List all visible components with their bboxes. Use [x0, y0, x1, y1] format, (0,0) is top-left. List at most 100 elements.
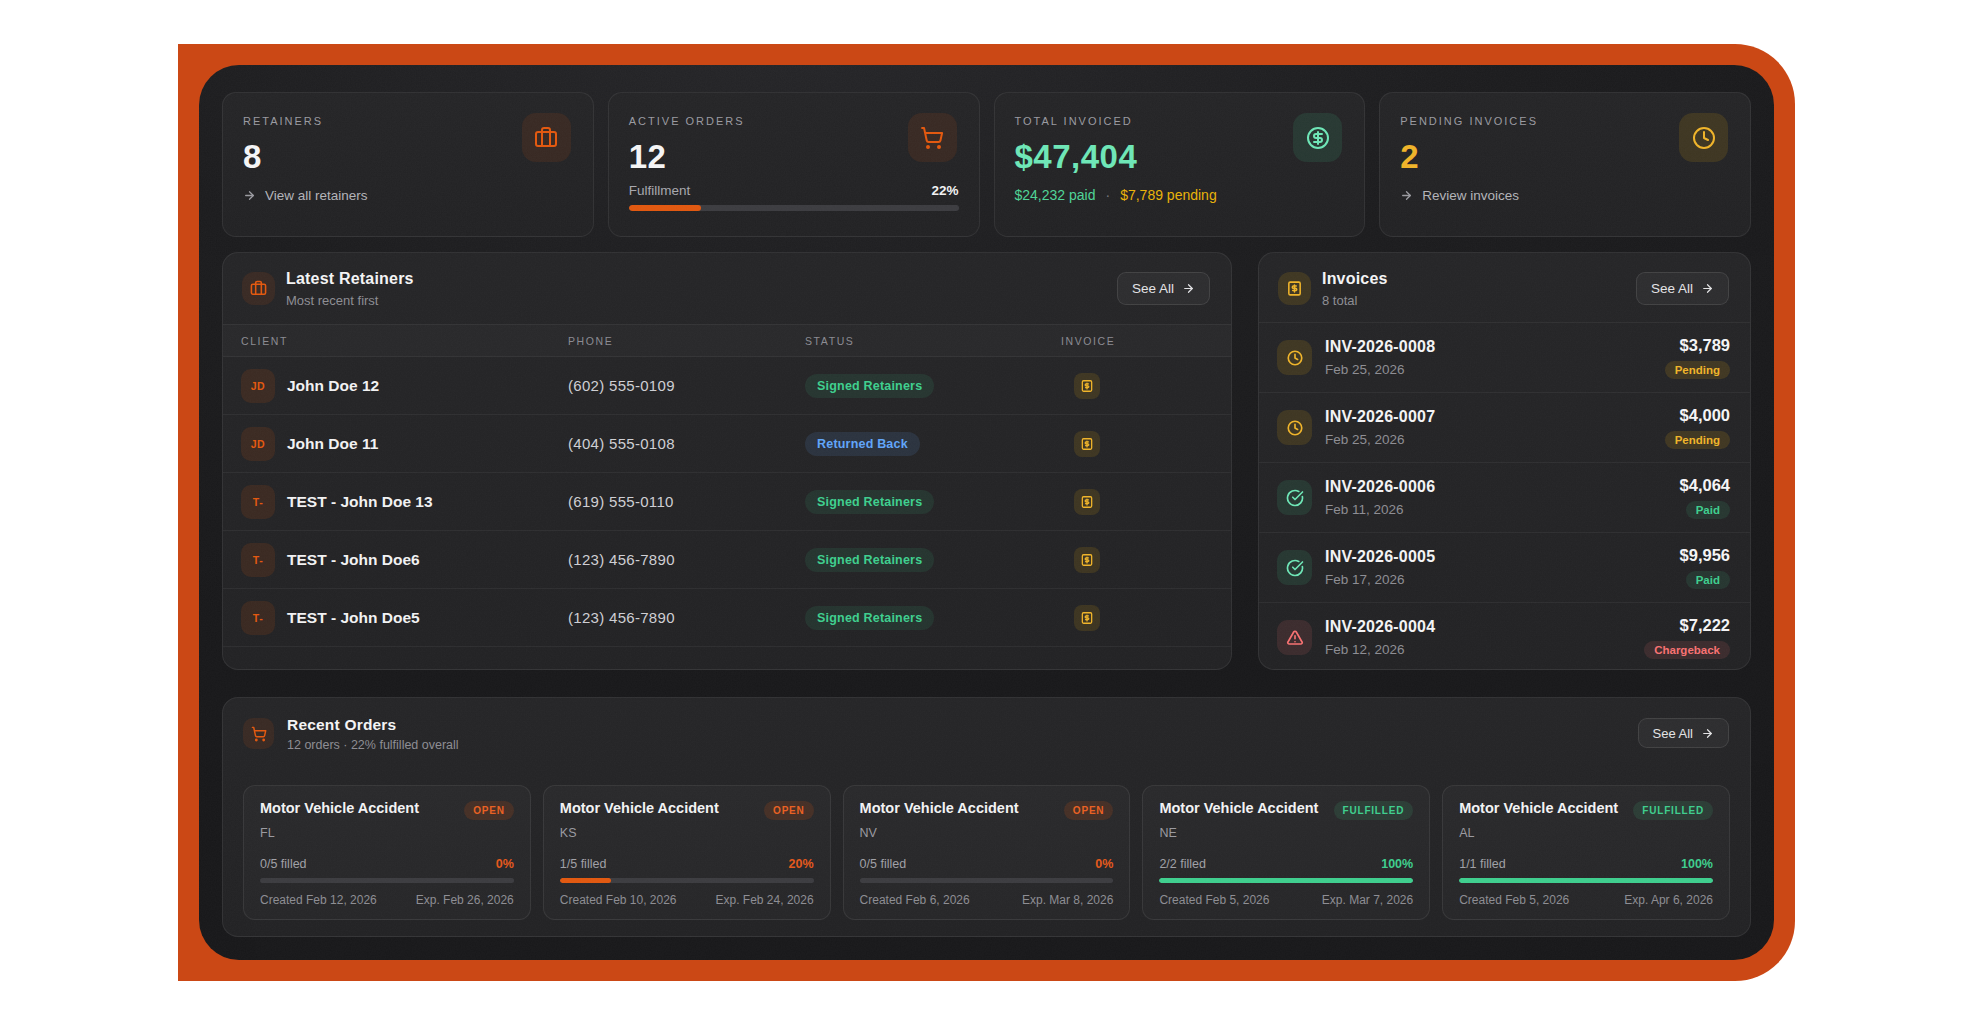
invoice-item[interactable]: INV-2026-0004 Feb 12, 2026 $7,222 Charge… [1259, 603, 1750, 669]
order-state: NV [860, 826, 1114, 840]
order-card[interactable]: Motor Vehicle Accident FULFILLED NE 2/2 … [1142, 785, 1430, 920]
invoice-number: INV-2026-0005 [1325, 548, 1435, 566]
invoice-receipt-icon[interactable] [1074, 547, 1100, 573]
stat-card-pending-invoices: PENDING INVOICES 2 Review invoices [1379, 92, 1751, 237]
review-invoices-link[interactable]: Review invoices [1400, 188, 1730, 203]
order-progressbar [1159, 878, 1413, 883]
invoice-date: Feb 25, 2026 [1325, 432, 1405, 447]
see-all-orders-button[interactable]: See All [1638, 718, 1729, 748]
see-all-invoices-button[interactable]: See All [1636, 272, 1729, 305]
panel-title: Latest Retainers [286, 270, 414, 288]
invoice-amount: $7,222 [1680, 616, 1730, 635]
briefcase-icon [522, 113, 571, 162]
status-badge: Returned Back [805, 432, 920, 456]
invoice-amount: $4,064 [1680, 476, 1730, 495]
invoice-receipt-icon[interactable] [1074, 431, 1100, 457]
panel-title: Invoices [1322, 270, 1388, 288]
order-status-badge: FULFILLED [1633, 801, 1713, 820]
avatar: T- [241, 601, 275, 635]
check-icon [1277, 480, 1312, 515]
see-all-retainers-button[interactable]: See All [1117, 272, 1210, 305]
order-filled: 0/5 filled [260, 857, 307, 871]
column-phone: PHONE [568, 335, 805, 347]
invoice-date: Feb 11, 2026 [1325, 502, 1404, 517]
order-percent: 100% [1381, 857, 1413, 871]
invoice-receipt-icon[interactable] [1074, 489, 1100, 515]
stat-card-retainers: RETAINERS 8 View all retainers [222, 92, 594, 237]
check-icon [1277, 550, 1312, 585]
invoice-status-badge: Paid [1686, 571, 1730, 589]
order-progressbar [260, 878, 514, 883]
panel-title: Recent Orders [287, 716, 396, 734]
retainer-row[interactable]: T- TEST - John Doe5 (123) 456-7890 Signe… [223, 589, 1231, 647]
order-cards: Motor Vehicle Accident OPEN FL 0/5 fille… [243, 785, 1730, 920]
order-expires: Exp. Apr 6, 2026 [1624, 893, 1713, 907]
arrow-right-icon [1701, 282, 1714, 295]
retainer-row[interactable]: T- TEST - John Doe 13 (619) 555-0110 Sig… [223, 473, 1231, 531]
arrow-right-icon [1182, 282, 1195, 295]
paid-amount: $24,232 paid [1015, 187, 1096, 203]
stat-card-active-orders: ACTIVE ORDERS 12 Fulfillment 22% [608, 92, 980, 237]
column-invoice: INVOICE [1061, 335, 1231, 347]
client-phone: (619) 555-0110 [568, 493, 805, 510]
dashboard-app: RETAINERS 8 View all retainers ACTIVE OR… [199, 65, 1774, 960]
order-created: Created Feb 6, 2026 [860, 893, 970, 907]
order-status-badge: OPEN [1064, 801, 1114, 820]
invoice-amount: $9,956 [1680, 546, 1730, 565]
avatar: T- [241, 543, 275, 577]
view-all-retainers-link[interactable]: View all retainers [243, 188, 573, 203]
table-body: JD John Doe 12 (602) 555-0109 Signed Ret… [223, 357, 1231, 647]
invoice-status-badge: Paid [1686, 501, 1730, 519]
order-percent: 20% [789, 857, 814, 871]
invoice-item[interactable]: INV-2026-0006 Feb 11, 2026 $4,064 Paid [1259, 463, 1750, 533]
panel-subtitle: Most recent first [286, 293, 378, 308]
status-badge: Signed Retainers [805, 548, 934, 572]
invoice-item[interactable]: INV-2026-0005 Feb 17, 2026 $9,956 Paid [1259, 533, 1750, 603]
order-card[interactable]: Motor Vehicle Accident OPEN KS 1/5 fille… [543, 785, 831, 920]
panel-subtitle: 8 total [1322, 293, 1357, 308]
order-card[interactable]: Motor Vehicle Accident OPEN NV 0/5 fille… [843, 785, 1131, 920]
invoice-status-badge: Chargeback [1644, 641, 1730, 659]
retainer-row[interactable]: JD John Doe 11 (404) 555-0108 Returned B… [223, 415, 1231, 473]
fulfillment-percent: 22% [931, 183, 958, 198]
order-title: Motor Vehicle Accident [860, 800, 1019, 816]
order-expires: Exp. Feb 24, 2026 [716, 893, 814, 907]
invoice-receipt-icon[interactable] [1074, 605, 1100, 631]
invoice-date: Feb 12, 2026 [1325, 642, 1405, 657]
order-card[interactable]: Motor Vehicle Accident FULFILLED AL 1/1 … [1442, 785, 1730, 920]
order-progressbar [860, 878, 1114, 883]
clock-icon [1679, 113, 1728, 162]
invoice-receipt-icon[interactable] [1074, 373, 1100, 399]
order-progressbar [560, 878, 814, 883]
order-status-badge: OPEN [464, 801, 514, 820]
order-title: Motor Vehicle Accident [1159, 800, 1318, 816]
recent-orders-panel: Recent Orders 12 orders · 22% fulfilled … [222, 697, 1751, 937]
fulfillment-label: Fulfillment [629, 183, 691, 198]
order-created: Created Feb 12, 2026 [260, 893, 377, 907]
order-filled: 1/5 filled [560, 857, 607, 871]
invoice-date: Feb 17, 2026 [1325, 572, 1405, 587]
invoice-list: INV-2026-0008 Feb 25, 2026 $3,789 Pendin… [1259, 322, 1750, 669]
order-percent: 0% [496, 857, 514, 871]
order-state: NE [1159, 826, 1413, 840]
status-badge: Signed Retainers [805, 374, 934, 398]
order-filled: 1/1 filled [1459, 857, 1506, 871]
dollar-icon [1293, 113, 1342, 162]
latest-retainers-panel: Latest Retainers Most recent first See A… [222, 252, 1232, 670]
client-name: TEST - John Doe6 [287, 551, 420, 569]
order-card[interactable]: Motor Vehicle Accident OPEN FL 0/5 fille… [243, 785, 531, 920]
retainer-row[interactable]: T- TEST - John Doe6 (123) 456-7890 Signe… [223, 531, 1231, 589]
order-state: KS [560, 826, 814, 840]
invoices-header: Invoices 8 total See All [1259, 253, 1750, 324]
client-phone: (602) 555-0109 [568, 377, 805, 394]
order-created: Created Feb 5, 2026 [1459, 893, 1569, 907]
middle-row: Latest Retainers Most recent first See A… [222, 252, 1751, 670]
briefcase-icon [242, 272, 275, 305]
arrow-right-icon [243, 189, 256, 202]
avatar: JD [241, 369, 275, 403]
order-percent: 0% [1095, 857, 1113, 871]
invoice-item[interactable]: INV-2026-0008 Feb 25, 2026 $3,789 Pendin… [1259, 323, 1750, 393]
invoice-item[interactable]: INV-2026-0007 Feb 25, 2026 $4,000 Pendin… [1259, 393, 1750, 463]
panel-subtitle: 12 orders · 22% fulfilled overall [287, 738, 459, 752]
retainer-row[interactable]: JD John Doe 12 (602) 555-0109 Signed Ret… [223, 357, 1231, 415]
